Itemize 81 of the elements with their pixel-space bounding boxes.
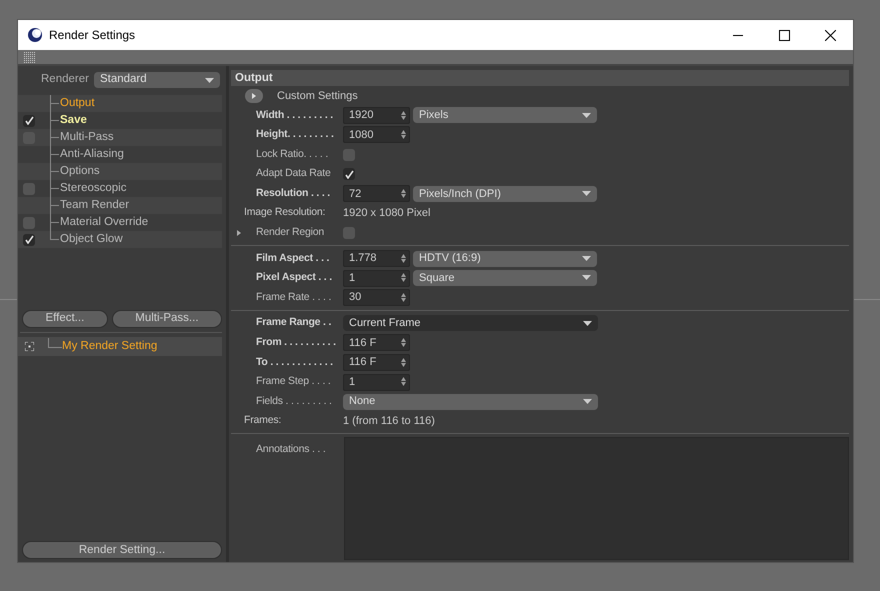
caret-icon xyxy=(583,320,592,326)
field-label: Frame Range . . xyxy=(255,315,332,330)
field-label: Frame Step . . . . xyxy=(255,374,332,390)
checkmark-icon xyxy=(344,170,354,179)
section-label: Custom Settings xyxy=(277,88,358,104)
render-setting-button[interactable]: Render Setting... xyxy=(22,541,222,559)
unit-dropdown[interactable]: HDTV (16:9) xyxy=(413,250,597,267)
section-header: Output xyxy=(231,70,849,86)
field-label: Annotations . . . xyxy=(255,442,327,458)
checkbox[interactable] xyxy=(343,226,355,239)
info-value: 1 (from 116 to 116) xyxy=(343,414,435,430)
caret-icon xyxy=(582,112,591,118)
number-field[interactable]: 1 xyxy=(343,374,410,391)
expand-button[interactable] xyxy=(245,88,263,103)
window-title: Render Settings xyxy=(48,27,136,44)
field-label: Pixel Aspect . . . xyxy=(255,270,333,286)
field-label: Lock Ratio. . . . . xyxy=(255,146,330,162)
maximize-icon[interactable] xyxy=(778,30,790,40)
caret-icon xyxy=(582,256,591,261)
field-label: Fields . . . . . . . . . xyxy=(255,394,333,409)
close-icon[interactable] xyxy=(824,30,836,40)
number-field[interactable]: 1.778 xyxy=(343,250,410,268)
caret-icon xyxy=(583,399,592,404)
number-field[interactable]: 30 xyxy=(343,289,410,306)
play-icon xyxy=(252,92,256,99)
field-label: Render Region xyxy=(256,225,326,240)
info-label: Frames: xyxy=(243,413,282,428)
unit-dropdown[interactable]: Pixels/Inch (DPI) xyxy=(413,186,597,202)
spinner-arrows-icon[interactable] xyxy=(401,273,406,282)
field-label: Height. . . . . . . . . xyxy=(255,127,335,142)
number-field[interactable]: 1080 xyxy=(343,126,410,144)
checkmark-icon xyxy=(24,116,34,125)
number-field[interactable]: 72 xyxy=(343,185,410,202)
field-label: Width . . . . . . . . . xyxy=(255,108,334,123)
field-label: Film Aspect . . . xyxy=(255,250,330,266)
tree-item[interactable]: Stereoscopic xyxy=(60,180,126,198)
effect-button[interactable]: Effect... xyxy=(22,310,108,328)
dropdown[interactable]: None xyxy=(343,394,598,410)
checkbox[interactable] xyxy=(343,168,355,180)
renderer-dropdown[interactable]: Standard xyxy=(94,72,220,88)
number-field[interactable]: 1 xyxy=(343,270,410,287)
field-label: To . . . . . . . . . . . . xyxy=(255,354,334,370)
tree-item[interactable]: Output xyxy=(60,94,95,112)
grip-icon[interactable] xyxy=(24,52,35,62)
spinner-arrows-icon[interactable] xyxy=(401,130,406,140)
app-logo-icon xyxy=(27,27,43,43)
caret-icon xyxy=(582,275,591,280)
number-field[interactable]: 1920 xyxy=(343,106,410,124)
multi-pass-button[interactable]: Multi-Pass... xyxy=(112,310,222,328)
caret-icon xyxy=(582,191,591,196)
unit-dropdown[interactable]: Square xyxy=(413,270,597,286)
info-value: 1920 x 1080 Pixel xyxy=(343,206,430,222)
checkbox[interactable] xyxy=(23,114,35,126)
spinner-arrows-icon[interactable] xyxy=(401,377,406,386)
caret-icon xyxy=(204,78,214,82)
focus-icon xyxy=(24,342,34,351)
spinner-arrows-icon[interactable] xyxy=(401,189,406,198)
checkmark-icon xyxy=(24,235,34,244)
tree-item[interactable]: Anti-Aliasing xyxy=(60,146,124,164)
field-label: From . . . . . . . . . . xyxy=(255,335,337,350)
dropdown[interactable]: Current Frame xyxy=(343,315,598,332)
info-label: Image Resolution: xyxy=(243,205,326,220)
spinner-arrows-icon[interactable] xyxy=(401,293,406,302)
spinner-arrows-icon[interactable] xyxy=(401,338,406,348)
number-field[interactable]: 116 F xyxy=(343,354,410,372)
spinner-arrows-icon[interactable] xyxy=(401,358,406,367)
field-label: Adapt Data Rate xyxy=(255,166,332,182)
spinner-arrows-icon[interactable] xyxy=(401,110,406,120)
unit-dropdown[interactable]: Pixels xyxy=(413,107,597,124)
spinner-arrows-icon[interactable] xyxy=(401,254,406,263)
expand-arrow-icon[interactable] xyxy=(237,230,241,236)
checkbox[interactable] xyxy=(23,216,35,228)
field-label: Resolution . . . . xyxy=(255,186,331,201)
field-label: Frame Rate . . . . xyxy=(255,290,332,305)
renderer-label: Renderer xyxy=(41,72,89,88)
number-field[interactable]: 116 F xyxy=(343,334,410,352)
checkbox[interactable] xyxy=(23,182,35,194)
checkbox[interactable] xyxy=(343,148,355,161)
checkbox[interactable] xyxy=(23,234,35,246)
tree-item[interactable]: Material Override xyxy=(60,214,148,232)
tree-item[interactable]: Save xyxy=(60,112,87,130)
